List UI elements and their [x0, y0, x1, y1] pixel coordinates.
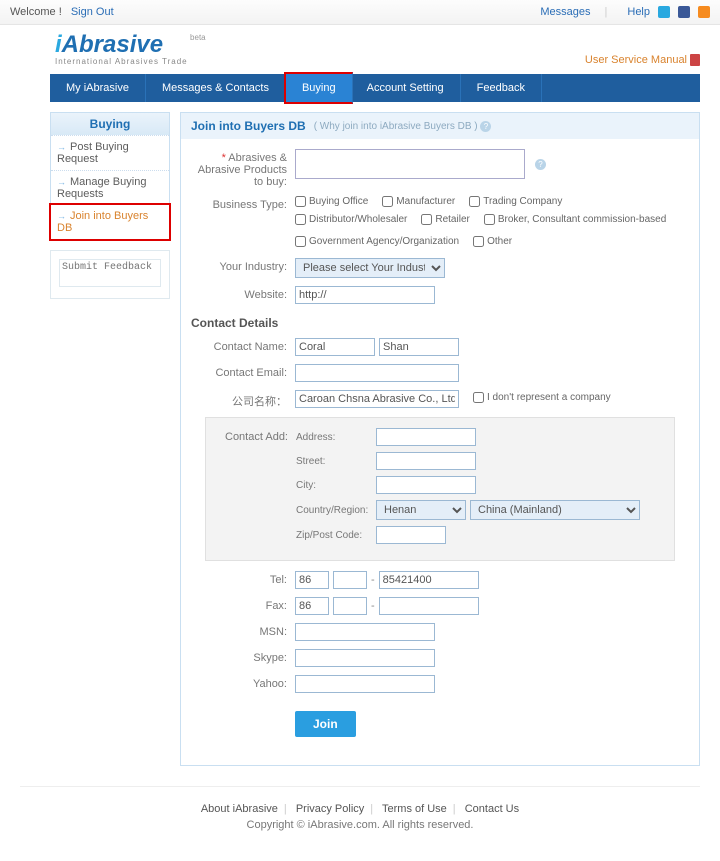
first-name-input[interactable]	[295, 338, 375, 356]
address-input[interactable]	[376, 428, 476, 446]
footer-contact[interactable]: Contact Us	[465, 803, 519, 815]
feedback-textarea[interactable]	[59, 259, 161, 287]
chk-manufacturer[interactable]: Manufacturer	[382, 196, 455, 207]
copyright: Copyright © iAbrasive.com. All rights re…	[20, 819, 700, 831]
address-box: Contact Add: Address: Street: City: Coun…	[205, 417, 675, 561]
chk-distributor[interactable]: Distributor/Wholesaler	[295, 214, 407, 225]
nav-buying[interactable]: Buying	[284, 72, 353, 104]
company-input[interactable]	[295, 390, 459, 408]
sidebar-item-post-request[interactable]: Post Buying Request	[51, 135, 169, 170]
city-input[interactable]	[376, 476, 476, 494]
feedback-box	[50, 250, 170, 299]
sidebar-title: Buying	[51, 113, 169, 135]
products-textarea[interactable]	[295, 149, 525, 179]
help-icon[interactable]: ?	[535, 159, 546, 170]
skype-input[interactable]	[295, 649, 435, 667]
join-button[interactable]: Join	[295, 711, 356, 737]
chk-buying-office[interactable]: Buying Office	[295, 196, 368, 207]
logo[interactable]: iAbrasivebeta	[55, 31, 188, 59]
why-join-link[interactable]: ( Why join into iAbrasive Buyers DB ) ?	[314, 121, 492, 132]
footer-about[interactable]: About iAbrasive	[201, 803, 278, 815]
website-input[interactable]	[295, 286, 435, 304]
last-name-input[interactable]	[379, 338, 459, 356]
rss-icon[interactable]	[698, 6, 710, 18]
user-manual-link[interactable]: User Service Manual	[585, 54, 700, 66]
sidebar-buying: Buying Post Buying Request Manage Buying…	[50, 112, 170, 240]
document-icon	[690, 54, 700, 66]
chk-retailer[interactable]: Retailer	[421, 214, 469, 225]
content-header: Join into Buyers DB ( Why join into iAbr…	[181, 113, 699, 139]
help-link[interactable]: Help	[627, 6, 650, 18]
top-bar: Welcome ! Sign Out Messages | Help	[0, 0, 720, 25]
business-type-group: Buying Office Manufacturer Trading Compa…	[295, 196, 685, 250]
tel-area-code[interactable]	[333, 571, 367, 589]
chk-government[interactable]: Government Agency/Organization	[295, 236, 459, 247]
nav-feedback[interactable]: Feedback	[461, 74, 542, 102]
chk-no-company[interactable]: I don't represent a company	[473, 392, 611, 403]
footer: About iAbrasive| Privacy Policy| Terms o…	[20, 786, 700, 861]
contact-details-heading: Contact Details	[191, 316, 699, 330]
main-nav: My iAbrasive Messages & Contacts Buying …	[50, 74, 700, 102]
msn-input[interactable]	[295, 623, 435, 641]
sign-out-link[interactable]: Sign Out	[71, 6, 114, 18]
nav-account-setting[interactable]: Account Setting	[351, 74, 461, 102]
country-select[interactable]: China (Mainland)	[470, 500, 640, 520]
tel-number[interactable]	[379, 571, 479, 589]
tel-country-code[interactable]	[295, 571, 329, 589]
footer-privacy[interactable]: Privacy Policy	[296, 803, 364, 815]
facebook-icon[interactable]	[678, 6, 690, 18]
messages-link[interactable]: Messages	[540, 6, 590, 18]
chk-broker[interactable]: Broker, Consultant commission-based	[484, 214, 666, 225]
province-select[interactable]: Henan	[376, 500, 466, 520]
street-input[interactable]	[376, 452, 476, 470]
fax-number[interactable]	[379, 597, 479, 615]
yahoo-input[interactable]	[295, 675, 435, 693]
email-input[interactable]	[295, 364, 459, 382]
sidebar-item-manage-requests[interactable]: Manage Buying Requests	[51, 170, 169, 205]
nav-my-iabrasive[interactable]: My iAbrasive	[50, 74, 146, 102]
zip-input[interactable]	[376, 526, 446, 544]
industry-select[interactable]: Please select Your Industry	[295, 258, 445, 278]
help-icon: ?	[480, 121, 491, 132]
chk-trading-company[interactable]: Trading Company	[469, 196, 562, 207]
sidebar-item-join-buyers-db[interactable]: Join into Buyers DB	[49, 203, 171, 241]
twitter-icon[interactable]	[658, 6, 670, 18]
page-title: Join into Buyers DB	[191, 119, 306, 133]
chk-other[interactable]: Other	[473, 236, 512, 247]
welcome-text: Welcome !	[10, 6, 62, 18]
nav-messages[interactable]: Messages & Contacts	[146, 74, 286, 102]
fax-country-code[interactable]	[295, 597, 329, 615]
fax-area-code[interactable]	[333, 597, 367, 615]
footer-terms[interactable]: Terms of Use	[382, 803, 447, 815]
